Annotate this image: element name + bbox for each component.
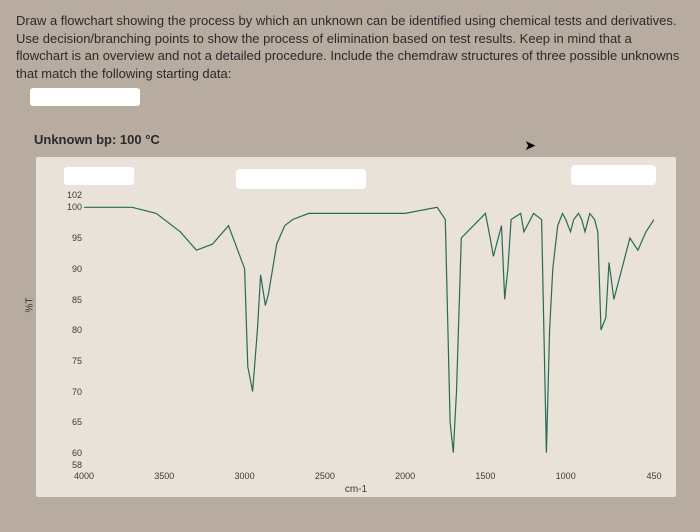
x-tick-label: 450	[646, 471, 661, 481]
x-tick-label: 4000	[74, 471, 94, 481]
unknown-bp-label: Unknown bp: 100 °C	[34, 132, 684, 147]
x-tick-label: 3500	[154, 471, 174, 481]
x-tick-label: 3000	[235, 471, 255, 481]
y-tick-label: 100	[58, 202, 82, 212]
y-tick-label: 75	[58, 356, 82, 366]
redaction-block	[571, 165, 656, 185]
instructions-text: Draw a flowchart showing the process by …	[16, 12, 684, 82]
y-tick-label: 65	[58, 417, 82, 427]
x-axis-label: cm-1	[345, 484, 367, 495]
y-tick-label: 70	[58, 387, 82, 397]
y-tick-label: 60	[58, 448, 82, 458]
y-tick-label: 85	[58, 295, 82, 305]
x-axis-ticks: 4000350030002500200015001000450	[84, 471, 666, 483]
x-tick-label: 1500	[475, 471, 495, 481]
y-tick-label: 102	[58, 190, 82, 200]
y-tick-label: 90	[58, 264, 82, 274]
redaction-block	[30, 88, 140, 106]
x-tick-label: 2500	[315, 471, 335, 481]
y-tick-label: 80	[58, 325, 82, 335]
ir-spectrum-chart: ➤ %T 102100959085807570656058 4000350030…	[36, 157, 676, 497]
x-tick-label: 2000	[395, 471, 415, 481]
y-axis-label: %T	[25, 298, 36, 313]
plot-area	[84, 195, 654, 465]
y-axis-ticks: 102100959085807570656058	[58, 195, 82, 465]
y-tick-label: 58	[58, 460, 82, 470]
redaction-block	[236, 169, 366, 189]
redaction-block	[64, 167, 134, 185]
x-tick-label: 1000	[556, 471, 576, 481]
y-tick-label: 95	[58, 233, 82, 243]
